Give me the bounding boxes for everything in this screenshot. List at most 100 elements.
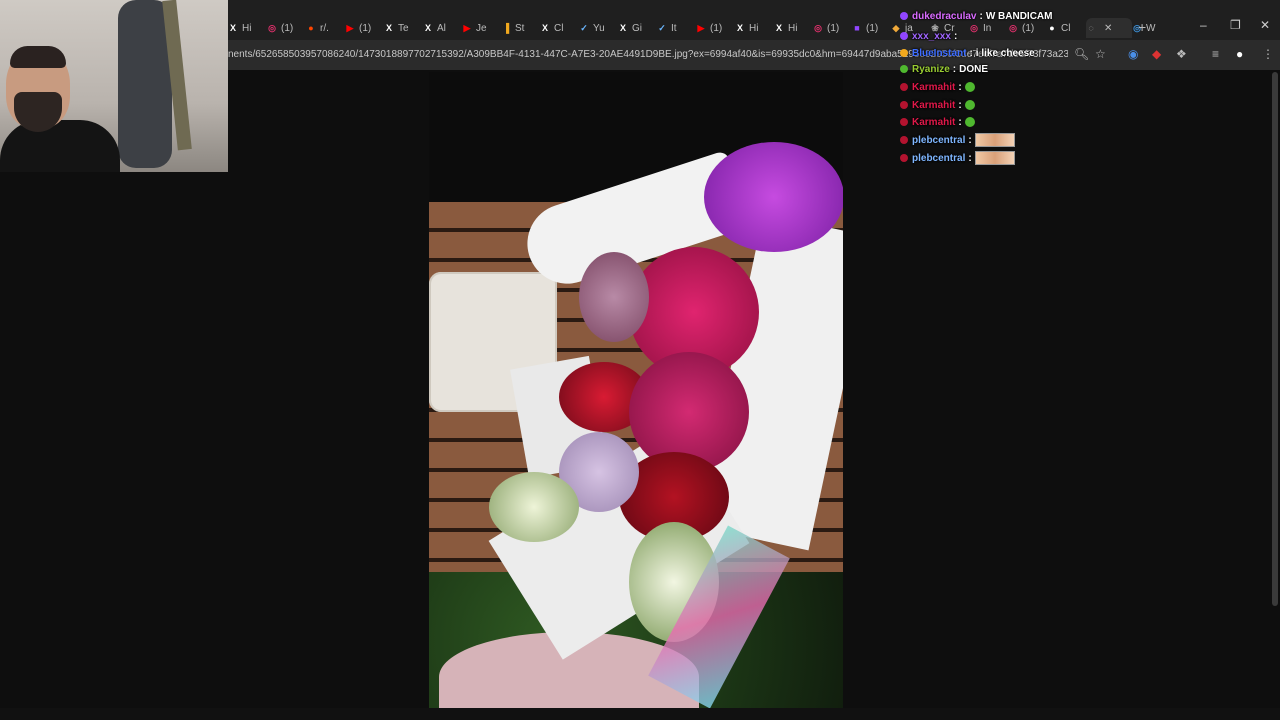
close-window-button[interactable]: ✕ [1260, 18, 1270, 32]
reddit-icon: ● [308, 23, 314, 33]
webcam-overlay [0, 0, 228, 172]
tab-label: Yu [593, 22, 605, 34]
tab[interactable]: ✓ It [657, 18, 696, 38]
x-icon: X [424, 23, 431, 33]
puzzle-extensions-icon[interactable]: ❖ [1176, 47, 1187, 61]
youtube-icon: ▶ [463, 23, 471, 33]
tab[interactable]: ▶ (1) [345, 18, 384, 38]
chat-username: Ryanize [912, 63, 950, 75]
tab-label: Cl [1061, 22, 1071, 34]
x-icon: X [736, 23, 743, 33]
chat-image-emote [974, 151, 1015, 165]
tab[interactable]: X Te [384, 18, 423, 38]
twitch-icon: ■ [854, 23, 860, 33]
loading-icon: ◌ [1088, 23, 1094, 33]
tab-label: (1) [1022, 22, 1035, 34]
chat-badge-icon [900, 83, 908, 91]
extension-icon[interactable]: ◉ [1128, 47, 1138, 61]
tab[interactable]: X Hi [228, 18, 267, 38]
instagram-icon: ◎ [268, 23, 276, 33]
chat-separator: : [968, 134, 972, 146]
streamer-hair [10, 46, 66, 68]
chat-separator: : [958, 99, 962, 111]
x-icon: X [541, 23, 548, 33]
youtube-icon: ▶ [697, 23, 705, 33]
chat-separator: : [958, 116, 962, 128]
tab[interactable]: X Gi [618, 18, 657, 38]
tab[interactable]: ▐ St [501, 18, 540, 38]
x-icon: X [619, 23, 626, 33]
tab-label: (1) [866, 22, 879, 34]
tab-label: (1) [827, 22, 840, 34]
tab[interactable]: ■ (1) [852, 18, 891, 38]
chat-username: Karmahit [912, 99, 956, 111]
tab[interactable]: ● r/. [306, 18, 345, 38]
chat-message: plebcentral: [900, 150, 1015, 166]
tab-label: (1) [281, 22, 294, 34]
zoom-icon[interactable]: 🔍︎ [1074, 47, 1089, 61]
chat-badge-icon [900, 136, 908, 144]
chat-username: xxx_xxx [912, 30, 951, 42]
chat-username: plebcentral [912, 152, 966, 164]
chat-emote-icon [964, 82, 975, 92]
bookmark-star-icon[interactable]: ☆ [1095, 47, 1106, 61]
chat-username: Karmahit [912, 81, 956, 93]
tab-label: r/. [320, 22, 329, 34]
minimize-button[interactable]: – [1200, 18, 1207, 32]
chat-username: plebcentral [912, 134, 966, 146]
tab[interactable]: ● Cl [1047, 18, 1086, 38]
tab[interactable]: ✓ Yu [579, 18, 618, 38]
profile-avatar-icon[interactable]: ● [1236, 47, 1243, 61]
tab-label: Hi [749, 22, 759, 34]
chat-message: Karmahit: [900, 79, 975, 95]
tab-label: (1) [710, 22, 723, 34]
tab-label: Al [437, 22, 446, 34]
chat-badge-icon [900, 12, 908, 20]
tab[interactable]: ◎ (1) [813, 18, 852, 38]
instagram-icon: ◎ [970, 23, 978, 33]
chat-message: BlueInstant: i like cheese [900, 45, 1035, 61]
instagram-icon: ◎ [814, 23, 822, 33]
media-control-icon[interactable]: ≡ [1212, 47, 1219, 61]
tab[interactable]: ▶ Je [462, 18, 501, 38]
check-icon: ✓ [580, 23, 588, 33]
tab[interactable]: ◎ (1) [267, 18, 306, 38]
chat-message: Karmahit: [900, 114, 975, 130]
chat-separator: : [952, 63, 957, 75]
new-tab-button[interactable]: + [1138, 19, 1146, 35]
tab-label: St [515, 22, 525, 34]
extension-icon[interactable]: ◆ [1152, 47, 1161, 61]
tab[interactable]: X Cl [540, 18, 579, 38]
chat-message: xxx_xxx: [900, 28, 960, 44]
scrollbar[interactable] [1272, 72, 1278, 606]
chat-badge-icon [900, 65, 908, 73]
chat-emote-icon [964, 100, 975, 110]
close-tab-icon[interactable]: ✕ [1104, 23, 1112, 34]
tab[interactable]: X Hi [774, 18, 813, 38]
chat-username: BlueInstant [912, 47, 967, 59]
chat-separator: : [953, 30, 958, 42]
youtube-icon: ▶ [346, 23, 354, 33]
tab[interactable]: X Al [423, 18, 462, 38]
chat-message: Karmahit: [900, 97, 975, 113]
menu-kebab-icon[interactable]: ⋮ [1262, 47, 1274, 61]
restore-button[interactable]: ❐ [1230, 18, 1241, 32]
tab[interactable]: ▶ (1) [696, 18, 735, 38]
tab-label: Cl [554, 22, 564, 34]
chat-separator: : [969, 47, 973, 59]
instagram-icon: ◎ [1009, 23, 1017, 33]
chat-emote-icon [964, 117, 975, 127]
tab-label: Gi [632, 22, 642, 34]
tab[interactable]: X Hi [735, 18, 774, 38]
tab-label: Hi [788, 22, 798, 34]
purple-orchids [704, 142, 843, 252]
chat-image-emote [974, 133, 1015, 147]
x-icon: X [775, 23, 782, 33]
chat-badge-icon [900, 154, 908, 162]
tab[interactable]: ◌ ✕ [1086, 18, 1132, 38]
streamer-body [0, 120, 120, 172]
chat-username: dukedraculav [912, 10, 977, 22]
x-icon: X [229, 23, 236, 33]
circle-icon: ● [1049, 23, 1055, 33]
chat-badge-icon [900, 101, 908, 109]
